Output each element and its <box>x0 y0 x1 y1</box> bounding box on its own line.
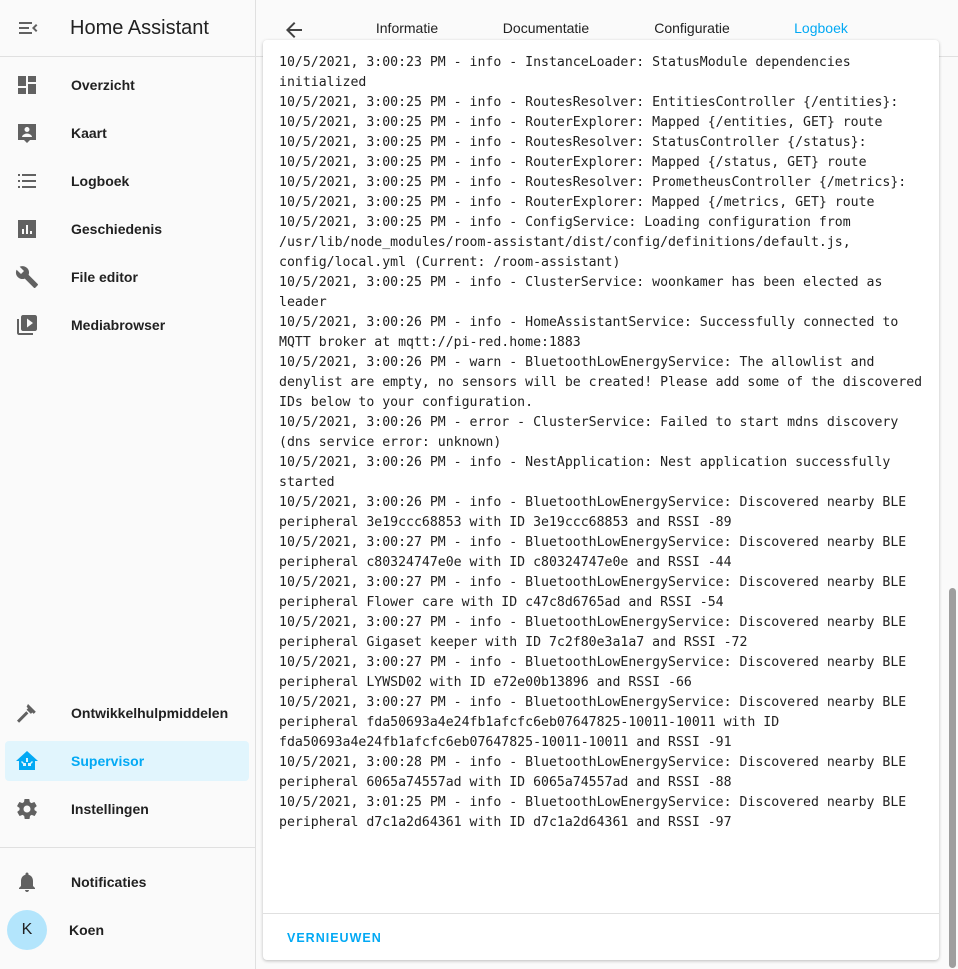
sidebar-item-geschiedenis[interactable]: Geschiedenis <box>5 209 249 249</box>
sidebar-item-notificaties[interactable]: Notificaties <box>5 862 249 902</box>
logbook-icon <box>7 169 47 193</box>
sidebar-item-label: Geschiedenis <box>71 221 163 237</box>
log-line: 10/5/2021, 3:00:26 PM - info - HomeAssis… <box>279 315 907 350</box>
sidebar-header: Home Assistant <box>0 0 255 57</box>
sidebar-item-label: Ontwikkelhulpmiddelen <box>71 705 229 721</box>
log-line: 10/5/2021, 3:00:27 PM - info - Bluetooth… <box>279 575 915 610</box>
bell-icon <box>7 870 47 894</box>
hammer-icon <box>7 701 47 725</box>
sidebar-item-label: File editor <box>71 269 138 285</box>
app-title: Home Assistant <box>70 16 209 39</box>
sidebar: Home Assistant Overzicht Kaart Logboek G… <box>0 0 256 969</box>
log-line: 10/5/2021, 3:00:25 PM - info - RouterExp… <box>279 195 875 210</box>
sidebar-divider <box>0 847 255 848</box>
sidebar-item-label: Overzicht <box>71 77 135 93</box>
user-name: Koen <box>69 922 104 938</box>
menu-collapse-icon <box>19 22 38 34</box>
history-chart-icon <box>7 217 47 241</box>
media-icon <box>7 313 47 337</box>
sidebar-item-label: Supervisor <box>71 753 145 769</box>
log-line: 10/5/2021, 3:00:25 PM - info - RoutesRes… <box>279 135 867 150</box>
sidebar-item-kaart[interactable]: Kaart <box>5 113 249 153</box>
log-line: 10/5/2021, 3:00:27 PM - info - Bluetooth… <box>279 655 915 690</box>
log-line: 10/5/2021, 3:00:26 PM - info - Bluetooth… <box>279 495 915 530</box>
log-line: 10/5/2021, 3:00:27 PM - info - Bluetooth… <box>279 535 915 570</box>
sidebar-item-overzicht[interactable]: Overzicht <box>5 65 249 105</box>
sidebar-item-label: Notificaties <box>71 874 147 890</box>
sidebar-item-ontwikkelhulpmiddelen[interactable]: Ontwikkelhulpmiddelen <box>5 693 249 733</box>
log-card: 10/5/2021, 3:00:23 PM - info - InstanceL… <box>263 40 939 960</box>
sidebar-item-label: Kaart <box>71 125 107 141</box>
map-icon <box>7 121 47 145</box>
scrollbar[interactable] <box>947 57 958 969</box>
log-line: 10/5/2021, 3:00:28 PM - info - Bluetooth… <box>279 755 915 790</box>
card-actions-divider <box>263 913 939 914</box>
log-line: 10/5/2021, 3:00:25 PM - info - ConfigSer… <box>279 215 859 270</box>
log-line: 10/5/2021, 3:00:25 PM - info - RoutesRes… <box>279 175 907 190</box>
log-line: 10/5/2021, 3:00:27 PM - info - Bluetooth… <box>279 695 915 750</box>
log-line: 10/5/2021, 3:00:26 PM - error - ClusterS… <box>279 415 907 450</box>
gear-icon <box>7 797 47 821</box>
log-line: 10/5/2021, 3:00:26 PM - info - NestAppli… <box>279 455 899 490</box>
log-line: 10/5/2021, 3:00:25 PM - info - RouterExp… <box>279 155 867 170</box>
arrow-left-icon <box>286 22 302 38</box>
sidebar-item-label: Instellingen <box>71 801 149 817</box>
log-line: 10/5/2021, 3:00:26 PM - warn - Bluetooth… <box>279 355 923 410</box>
menu-toggle-button[interactable] <box>0 0 56 56</box>
sidebar-item-logboek[interactable]: Logboek <box>5 161 249 201</box>
supervisor-icon <box>7 749 47 773</box>
log-line: 10/5/2021, 3:00:23 PM - info - InstanceL… <box>279 55 859 90</box>
sidebar-item-supervisor[interactable]: Supervisor <box>5 741 249 781</box>
sidebar-item-label: Mediabrowser <box>71 317 166 333</box>
sidebar-item-mediabrowser[interactable]: Mediabrowser <box>5 305 249 345</box>
log-line: 10/5/2021, 3:01:25 PM - info - Bluetooth… <box>279 795 915 830</box>
sidebar-item-instellingen[interactable]: Instellingen <box>5 789 249 829</box>
wrench-icon <box>7 265 47 289</box>
sidebar-item-user[interactable]: K Koen <box>5 910 249 950</box>
log-line: 10/5/2021, 3:00:25 PM - info - RoutesRes… <box>279 95 899 110</box>
dashboard-icon <box>7 73 47 97</box>
log-line: 10/5/2021, 3:00:25 PM - info - RouterExp… <box>279 115 883 130</box>
log-line: 10/5/2021, 3:00:27 PM - info - Bluetooth… <box>279 615 915 650</box>
avatar: K <box>7 910 47 950</box>
log-output[interactable]: 10/5/2021, 3:00:23 PM - info - InstanceL… <box>279 53 929 913</box>
scrollbar-thumb[interactable] <box>949 588 956 968</box>
refresh-button[interactable]: VERNIEUWEN <box>279 924 390 952</box>
sidebar-item-file-editor[interactable]: File editor <box>5 257 249 297</box>
sidebar-item-label: Logboek <box>71 173 130 189</box>
log-line: 10/5/2021, 3:00:25 PM - info - ClusterSe… <box>279 275 891 310</box>
